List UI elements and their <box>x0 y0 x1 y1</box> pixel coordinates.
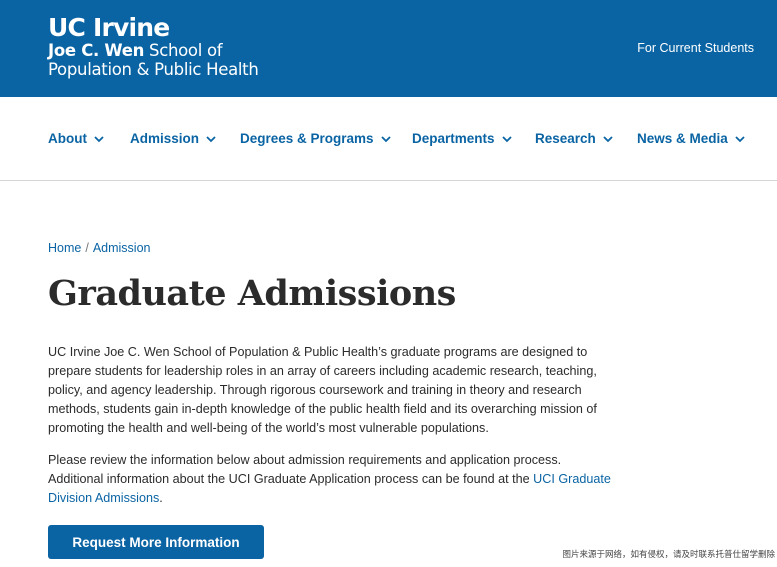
breadcrumb-admission-link[interactable]: Admission <box>93 241 151 255</box>
admission-info-text: Please review the information below abou… <box>48 453 562 486</box>
chevron-down-icon <box>94 135 104 142</box>
request-more-information-button[interactable]: Request More Information <box>48 525 264 559</box>
nav-item-news-media[interactable]: News & Media <box>637 131 746 146</box>
logo-school-name-rest: School of <box>144 41 223 60</box>
nav-item-label: Admission <box>130 131 200 146</box>
nav-item-departments[interactable]: Departments <box>412 131 513 146</box>
admission-info-end: . <box>159 491 163 505</box>
nav-item-label: About <box>48 131 87 146</box>
intro-paragraph: UC Irvine Joe C. Wen School of Populatio… <box>48 345 597 435</box>
nav-item-label: Degrees & Programs <box>240 131 374 146</box>
logo-school-name-bold: Joe C. Wen <box>48 41 145 60</box>
logo-school-line1: Joe C. Wen School of <box>48 41 259 60</box>
nav-item-research[interactable]: Research <box>535 131 614 146</box>
chevron-down-icon <box>380 135 391 142</box>
nav-item-label: News & Media <box>637 131 728 146</box>
chevron-down-icon <box>501 135 512 142</box>
nav-item-admission[interactable]: Admission <box>130 131 217 146</box>
breadcrumb: Home / Admission <box>48 241 151 255</box>
breadcrumb-home-link[interactable]: Home <box>48 241 81 255</box>
main-navigation: About Admission Degrees & Programs Depar… <box>0 97 777 181</box>
logo-uc-irvine: UC Irvine <box>48 13 170 42</box>
admission-info-paragraph: Please review the information below abou… <box>48 451 613 508</box>
site-logo[interactable]: UC Irvine Joe C. Wen School of Populatio… <box>48 14 259 79</box>
nav-item-label: Departments <box>412 131 495 146</box>
chevron-down-icon <box>735 135 745 142</box>
nav-item-about[interactable]: About <box>48 131 105 146</box>
logo-school-line2: Population & Public Health <box>48 60 259 79</box>
nav-item-degrees-programs[interactable]: Degrees & Programs <box>240 131 392 146</box>
chevron-down-icon <box>206 135 216 142</box>
image-source-watermark: 图片来源于网络，如有侵权，请及时联系托普仕留学删除 <box>560 547 777 561</box>
site-header: UC Irvine Joe C. Wen School of Populatio… <box>0 0 777 97</box>
chevron-down-icon <box>603 135 613 142</box>
breadcrumb-separator: / <box>85 241 89 255</box>
nav-item-label: Research <box>535 131 596 146</box>
for-current-students-link[interactable]: For Current Students <box>637 41 754 55</box>
page-title: Graduate Admissions <box>48 273 456 314</box>
